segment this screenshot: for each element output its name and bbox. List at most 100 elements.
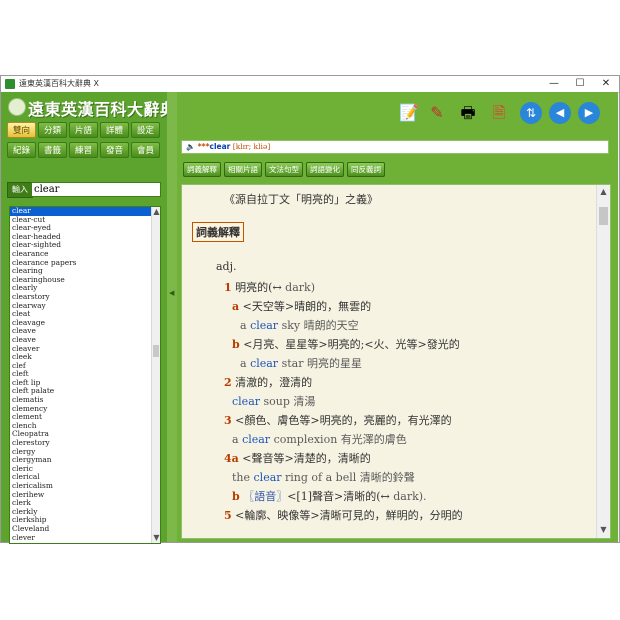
word-list-item[interactable]: clever — [10, 533, 160, 543]
sync-icon[interactable]: ⇅ — [520, 102, 542, 124]
tab-word-forms[interactable]: 詞語變化 — [306, 162, 344, 177]
close-button[interactable]: ✕ — [593, 76, 619, 92]
sense-2: 2 清澈的，澄清的 — [224, 374, 312, 390]
sense-number: a — [232, 300, 240, 313]
example-post: ring of a bell 清晰的鈴聲 — [281, 471, 415, 484]
tab-definitions[interactable]: 詞義解釋 — [183, 162, 221, 177]
sense-text: <月亮、星星等>明亮的;<火、光等>發光的 — [243, 338, 460, 351]
add-note-icon[interactable]: 🗎 — [488, 102, 510, 124]
collapse-arrow-icon[interactable]: ◀ — [169, 289, 174, 297]
scroll-down-icon[interactable]: ▼ — [597, 525, 610, 534]
sense-ref: dark). — [393, 490, 427, 503]
sense-text: <聲音等>清楚的，清晰的 — [242, 452, 371, 465]
app-icon — [5, 79, 15, 89]
title-bar: 遠東英漢百科大辭典 X — ☐ ✕ — [1, 76, 619, 93]
example-post: sky 晴朗的天空 — [278, 319, 359, 332]
example-headword: clear — [250, 319, 279, 332]
speaker-icon[interactable]: 🔈 — [186, 142, 195, 151]
sense-3: 3 <顏色、膚色等>明亮的，亮麗的，有光澤的 — [224, 412, 452, 428]
sense-text: <[1]聲音>清晰的( — [287, 490, 381, 503]
example-3: a clear complexion 有光澤的膚色 — [232, 431, 407, 447]
example-headword: clear — [250, 357, 279, 370]
nav-bidirectional-button[interactable]: 雙向 — [7, 122, 36, 138]
example-headword: clear — [232, 395, 261, 408]
input-label: 輸入 — [7, 182, 33, 198]
word-list-item[interactable]: clerihew — [10, 490, 160, 500]
example-headword: clear — [253, 471, 282, 484]
entry-pronunciation: [klɪr; kliə] — [232, 142, 271, 151]
sense-4a: 4a <聲音等>清楚的，清晰的 — [224, 450, 371, 466]
word-list-scroll-thumb[interactable] — [153, 345, 159, 357]
antonym-arrow-icon: ↔ — [272, 281, 282, 294]
window-title: 遠東英漢百科大辭典 X — [19, 79, 100, 88]
search-input[interactable] — [31, 182, 161, 197]
pen-icon[interactable]: ✎ — [426, 102, 448, 124]
nav-member-button[interactable]: 會員 — [131, 142, 160, 158]
example-1b: a clear star 明亮的星星 — [240, 355, 362, 371]
sense-number: 1 — [224, 281, 232, 294]
nav-pronounce-button[interactable]: 發音 — [100, 142, 129, 158]
example-headword: clear — [242, 433, 271, 446]
sense-5: 5 <輪廓、映像等>清晰可見的，鮮明的，分明的 — [224, 507, 463, 523]
scroll-up-icon[interactable]: ▲ — [597, 187, 610, 196]
content-scroll-thumb[interactable] — [599, 207, 608, 225]
panel-splitter[interactable] — [167, 92, 177, 542]
word-list-item[interactable]: clearway — [10, 301, 160, 311]
print-icon[interactable]: 🖶 — [457, 102, 479, 124]
word-list-item[interactable]: cleek — [10, 352, 160, 362]
left-panel: 遠東英漢百科大辭典 雙向 分類 片語 詳體 設定 紀錄 書籤 練習 發音 會員 … — [1, 92, 176, 544]
example-1a: a clear sky 晴朗的天空 — [240, 317, 359, 333]
nav-bookmark-button[interactable]: 書籤 — [38, 142, 67, 158]
part-of-speech: adj. — [216, 260, 237, 273]
nav-detail-button[interactable]: 詳體 — [100, 122, 129, 138]
notepad-icon[interactable]: 📝 — [398, 102, 420, 124]
back-icon[interactable]: ◀ — [549, 102, 571, 124]
word-list[interactable]: clear clear-cut clear-eyed clear-headed clea… — [9, 206, 161, 544]
example-post: star 明亮的星星 — [278, 357, 362, 370]
example-2: clear soup 清湯 — [232, 393, 315, 409]
sense-number: b — [232, 338, 240, 351]
tab-phrases[interactable]: 相關片語 — [224, 162, 262, 177]
nav-category-button[interactable]: 分類 — [38, 122, 67, 138]
word-list-item[interactable]: cleaver — [10, 344, 160, 354]
sense-number: 2 — [224, 376, 232, 389]
scroll-up-icon[interactable]: ▲ — [150, 207, 160, 216]
content-scrollbar[interactable]: ▲ ▼ — [596, 185, 610, 538]
maximize-button[interactable]: ☐ — [567, 76, 593, 92]
sense-ref: dark) — [285, 281, 315, 294]
example-post: complexion 有光澤的膚色 — [270, 433, 407, 446]
word-list-scrollbar[interactable]: ▲ ▼ — [151, 207, 160, 543]
logo-emblem-icon — [8, 98, 26, 116]
example-pre: a — [240, 319, 251, 332]
entry-headword: clear — [209, 142, 231, 151]
sense-text: <天空等>晴朗的，無雲的 — [242, 300, 372, 313]
example-4a: the clear ring of a bell 清晰的鈴聲 — [232, 469, 415, 485]
sense-1: 1 明亮的(↔ dark) — [224, 279, 315, 295]
nav-history-button[interactable]: 紀錄 — [7, 142, 36, 158]
sense-text: <顏色、膚色等>明亮的，亮麗的，有光澤的 — [235, 414, 452, 427]
example-pre: a — [232, 433, 243, 446]
sense-number: b — [232, 490, 240, 503]
nav-practice-button[interactable]: 練習 — [69, 142, 98, 158]
sense-text: 清澈的，澄清的 — [235, 376, 313, 389]
antonym-arrow-icon: ↔ — [380, 490, 390, 503]
etymology: 《源自拉丁文「明亮的」之義》 — [224, 193, 378, 206]
sense-1a: a <天空等>晴朗的，無雲的 — [232, 298, 371, 314]
scroll-down-icon[interactable]: ▼ — [150, 533, 160, 542]
right-panel: 📝 ✎ 🖶 🗎 ⇅ ◀ ▶ 🔈 ***clear [klɪr; kliə] 詞義… — [177, 92, 618, 542]
minimize-button[interactable]: — — [541, 76, 567, 92]
forward-icon[interactable]: ▶ — [578, 102, 600, 124]
tab-grammar[interactable]: 文法句型 — [265, 162, 303, 177]
example-pre: the — [232, 471, 254, 484]
sense-text: 明亮的( — [235, 281, 273, 294]
nav-phrase-button[interactable]: 片語 — [69, 122, 98, 138]
app-window: 遠東英漢百科大辭典 X — ☐ ✕ 遠東英漢百科大辭典 雙向 分類 片語 詳體 … — [0, 75, 620, 544]
sense-label: 〖語音〗 — [243, 490, 288, 503]
example-pre: a — [240, 357, 251, 370]
nav-settings-button[interactable]: 設定 — [131, 122, 160, 138]
sense-1b: b <月亮、星星等>明亮的;<火、光等>發光的 — [232, 336, 460, 352]
word-list-item[interactable]: clef — [10, 361, 160, 371]
tab-synonyms[interactable]: 同反義詞 — [347, 162, 385, 177]
entry-header: 🔈 ***clear [klɪr; kliə] — [181, 140, 609, 154]
sense-4b: b 〖語音〗<[1]聲音>清晰的(↔ dark). — [232, 488, 427, 504]
